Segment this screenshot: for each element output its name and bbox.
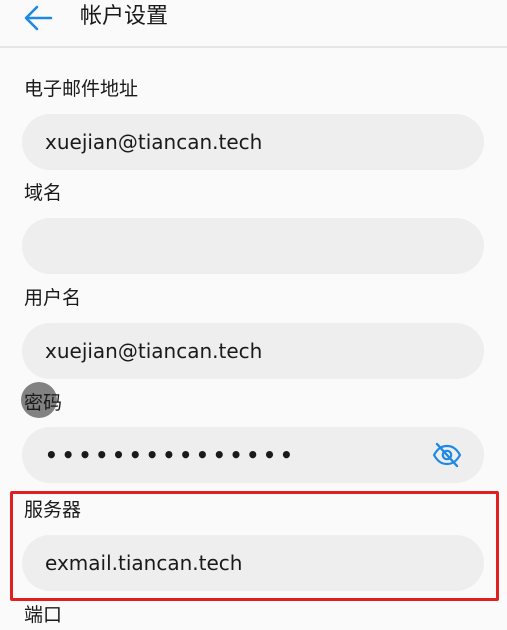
password-field[interactable]: ••••••••••••••• <box>22 427 484 483</box>
eye-slash-icon <box>432 442 462 468</box>
header-divider <box>0 46 507 48</box>
back-button[interactable] <box>18 0 58 36</box>
server-value: exmail.tiancan.tech <box>45 551 243 575</box>
email-value: xuejian@tiancan.tech <box>45 130 263 154</box>
email-label: 电子邮件地址 <box>24 78 139 100</box>
username-value: xuejian@tiancan.tech <box>45 339 263 363</box>
username-field[interactable]: xuejian@tiancan.tech <box>22 323 484 379</box>
port-label: 端口 <box>24 604 63 626</box>
username-label: 用户名 <box>24 287 82 309</box>
server-field[interactable]: exmail.tiancan.tech <box>22 535 484 591</box>
arrow-left-icon <box>24 5 53 31</box>
password-visibility-toggle[interactable] <box>430 439 464 471</box>
domain-field[interactable] <box>22 218 484 274</box>
server-label: 服务器 <box>24 499 82 521</box>
password-label: 密码 <box>24 392 63 414</box>
password-value: ••••••••••••••• <box>45 443 297 467</box>
app-header: 帐户设置 <box>0 0 507 46</box>
page-title: 帐户设置 <box>80 4 169 29</box>
domain-label: 域名 <box>24 182 63 204</box>
email-field[interactable]: xuejian@tiancan.tech <box>22 114 484 170</box>
